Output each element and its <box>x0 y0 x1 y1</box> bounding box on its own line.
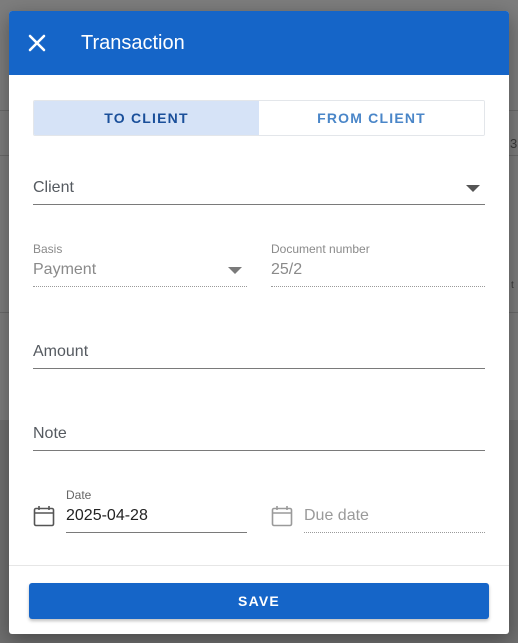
document-number-value: 25/2 <box>271 261 303 278</box>
document-number-label: Document number <box>271 242 370 256</box>
date-field[interactable]: Date 2025-04-28 <box>66 485 247 533</box>
chevron-down-icon[interactable] <box>466 185 480 192</box>
date-value: 2025-04-28 <box>66 507 148 524</box>
date-label: Date <box>66 488 92 502</box>
note-underline <box>33 450 485 451</box>
chevron-down-icon[interactable] <box>228 267 242 274</box>
close-icon[interactable] <box>25 31 49 55</box>
basis-select[interactable]: Basis Payment <box>33 239 247 287</box>
basis-underline <box>33 286 247 287</box>
amount-field[interactable]: Amount <box>33 335 485 369</box>
due-date-underline <box>304 532 485 533</box>
amount-placeholder: Amount <box>33 343 89 360</box>
save-button[interactable]: SAVE <box>29 583 489 619</box>
basis-label: Basis <box>33 242 63 256</box>
transaction-dialog: Transaction TO CLIENT FROM CLIENT Client… <box>9 11 509 634</box>
note-field[interactable]: Note <box>33 417 485 451</box>
from-client-button[interactable]: FROM CLIENT <box>259 101 484 135</box>
calendar-icon[interactable] <box>33 505 55 527</box>
to-client-button[interactable]: TO CLIENT <box>34 101 259 135</box>
backdrop-peek-text: 3 <box>510 136 518 151</box>
client-underline <box>33 204 485 205</box>
backdrop-peek-text: t <box>511 280 514 291</box>
note-placeholder: Note <box>33 425 67 442</box>
due-date-field[interactable]: Due date <box>304 485 485 533</box>
amount-underline <box>33 368 485 369</box>
basis-value: Payment <box>33 261 97 278</box>
dialog-header: Transaction <box>9 11 509 75</box>
direction-toggle: TO CLIENT FROM CLIENT <box>33 100 485 136</box>
dialog-title: Transaction <box>81 32 185 54</box>
calendar-icon[interactable] <box>271 505 293 527</box>
document-number-field[interactable]: Document number 25/2 <box>271 239 485 287</box>
client-placeholder: Client <box>33 179 74 196</box>
footer-divider <box>9 565 509 566</box>
client-select[interactable]: Client <box>33 171 485 205</box>
due-date-placeholder: Due date <box>304 507 369 524</box>
document-number-underline <box>271 286 485 287</box>
date-underline <box>66 532 247 533</box>
